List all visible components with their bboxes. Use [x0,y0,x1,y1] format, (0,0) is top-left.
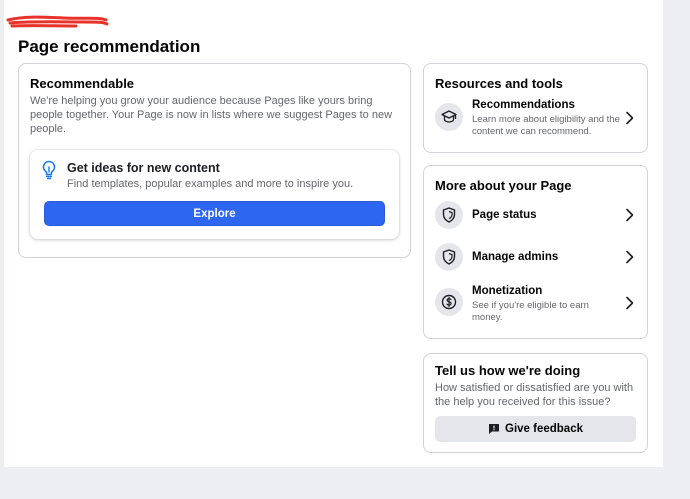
content-ideas-title: Get ideas for new content [67,161,220,175]
recommendable-card: Recommendable We're helping you grow you… [18,63,411,258]
page-title: Page recommendation [18,37,201,56]
more-about-card: More about your Page Page status Manage … [423,165,648,339]
manage-admins-label: Manage admins [472,251,559,263]
content-ideas-card: Get ideas for new content Find templates… [30,150,399,239]
redaction-scribble [6,15,109,28]
lightbulb-icon [42,160,56,180]
recommendable-title: Recommendable [30,76,135,91]
give-feedback-label: Give feedback [505,423,583,435]
feedback-card: Tell us how we're doing How satisfied or… [423,353,648,453]
feedback-icon [489,424,499,434]
monetization-row[interactable]: Monetization See if you're eligible to e… [435,285,640,325]
chevron-right-icon [626,250,634,264]
recommendations-row[interactable]: Recommendations Learn more about eligibi… [435,99,640,138]
resources-title: Resources and tools [435,76,563,91]
recommendable-description: We're helping you grow your audience bec… [30,95,393,135]
monetization-label: Monetization [472,285,543,297]
manage-admins-row[interactable]: Manage admins [435,243,640,271]
chevron-right-icon [626,111,634,125]
dollar-circle-icon [435,288,463,316]
resources-card: Resources and tools Recommendations Lear… [423,63,648,153]
page-status-label: Page status [472,209,537,221]
graduation-cap-icon [435,103,463,131]
feedback-title: Tell us how we're doing [435,363,581,378]
chevron-right-icon [626,296,634,310]
page-status-row[interactable]: Page status [435,201,640,229]
give-feedback-button[interactable]: Give feedback [435,416,636,442]
content-ideas-description: Find templates, popular examples and mor… [67,178,354,190]
shield-icon [435,201,463,229]
chevron-right-icon [626,208,634,222]
shield-icon [435,243,463,271]
recommendations-sub: Learn more about eligibility and the con… [472,114,620,137]
explore-button[interactable]: Explore [44,201,385,226]
monetization-sub: See if you're eligible to earn money. [472,300,589,323]
more-about-title: More about your Page [435,178,572,193]
recommendations-label: Recommendations [472,99,575,111]
feedback-description: How satisfied or dissatisfied are you wi… [435,382,634,408]
